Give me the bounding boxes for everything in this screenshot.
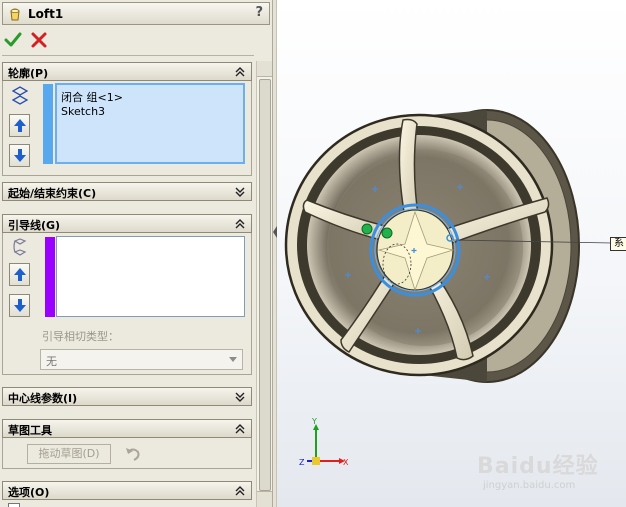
scroll-thumb[interactable]: [259, 79, 271, 491]
section-title-profiles: 轮廓(P): [8, 67, 49, 80]
axis-triad: [307, 424, 345, 465]
profile-item-2[interactable]: Sketch3: [61, 105, 105, 118]
profiles-listbox[interactable]: 闭合 组<1> Sketch3: [55, 83, 245, 164]
guide-tangency-dropdown[interactable]: 无: [40, 349, 243, 370]
watermark-url: jingyan.baidu.com: [483, 480, 576, 491]
guide-tangency-label: 引导相切类型：: [42, 330, 119, 343]
section-title-start-end: 起始/结束约束(C): [8, 187, 97, 200]
section-header-options[interactable]: 选项(O): [2, 481, 252, 500]
guide-tangency-value: 无: [46, 355, 57, 368]
arrow-up-icon: [14, 268, 26, 281]
profile-item-1[interactable]: 闭合 组<1>: [61, 89, 123, 105]
arrow-down-icon: [14, 149, 26, 162]
undo-icon[interactable]: [124, 445, 142, 463]
loft-feature-icon: [10, 8, 20, 21]
section-body-profiles: 闭合 组<1> Sketch3: [2, 81, 252, 176]
wheel-model[interactable]: Y X Z: [277, 0, 626, 507]
ok-check-icon[interactable]: [4, 31, 22, 49]
watermark-brand: Baidu经验: [477, 454, 599, 479]
triad-x-label: X: [343, 458, 349, 467]
section-title-centerline: 中心线参数(I): [8, 392, 78, 405]
guide-color-bar: [45, 237, 55, 317]
arrow-up-icon: [14, 119, 26, 132]
chevron-up-icon[interactable]: [235, 66, 245, 78]
guide-move-down-button[interactable]: [9, 294, 30, 317]
guide-curve-icon: [13, 238, 27, 256]
property-manager: Loft1 ? 轮廓(P) 闭合 组<1> Sketch3 起始/结束约束(C)…: [0, 0, 273, 507]
sketch-callout[interactable]: 系: [610, 237, 626, 251]
feature-titlebar: Loft1 ?: [2, 2, 270, 25]
profile-color-bar: [43, 84, 53, 164]
section-title-sketch-tools: 草图工具: [8, 424, 52, 437]
section-header-guides[interactable]: 引导线(G): [2, 214, 252, 233]
section-title-options: 选项(O): [8, 486, 50, 499]
scroll-down-button[interactable]: [257, 491, 272, 507]
chevron-down-icon[interactable]: [235, 186, 245, 198]
section-header-sketch-tools[interactable]: 草图工具: [2, 419, 252, 438]
move-down-button[interactable]: [9, 144, 30, 167]
chevron-up-icon[interactable]: [235, 423, 245, 435]
guide-move-up-button[interactable]: [9, 263, 30, 286]
panel-scrollbar[interactable]: [256, 61, 272, 507]
options-partial-checkbox[interactable]: [8, 503, 20, 507]
move-up-button[interactable]: [9, 114, 30, 137]
section-header-profiles[interactable]: 轮廓(P): [2, 62, 252, 81]
guides-listbox[interactable]: [56, 236, 245, 317]
help-button[interactable]: ?: [255, 5, 263, 20]
section-title-guides: 引导线(G): [8, 219, 61, 232]
cancel-x-icon[interactable]: [30, 31, 48, 49]
chevron-up-icon[interactable]: [235, 218, 245, 230]
dropdown-arrow-icon: [229, 357, 237, 362]
watermark: Baidu经验 jingyan.baidu.com: [477, 448, 599, 491]
scroll-up-button[interactable]: [257, 61, 272, 77]
graphics-viewport[interactable]: Y X Z 系 Baidu经验 jingyan.baidu.com: [277, 0, 626, 507]
triad-y-label: Y: [311, 417, 317, 426]
toolbar-separator: [2, 55, 254, 56]
chevron-up-icon[interactable]: [235, 485, 245, 497]
chevron-down-icon[interactable]: [235, 391, 245, 403]
section-header-start-end[interactable]: 起始/结束约束(C): [2, 182, 252, 201]
triad-z-label: Z: [299, 458, 305, 467]
profile-icon: [11, 86, 29, 105]
feature-title: Loft1: [28, 7, 64, 21]
section-header-centerline[interactable]: 中心线参数(I): [2, 387, 252, 406]
drag-sketch-button[interactable]: 拖动草图(D): [27, 444, 111, 464]
arrow-down-icon: [14, 299, 26, 312]
